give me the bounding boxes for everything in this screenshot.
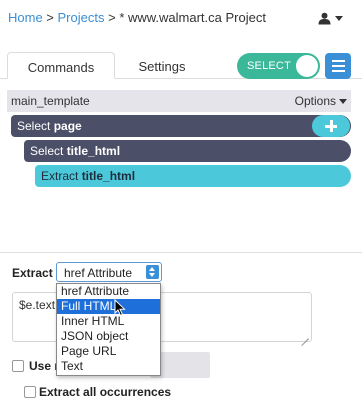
select-mode-toggle[interactable]: SELECT <box>237 53 320 79</box>
dropdown-option[interactable]: Inner HTML <box>57 314 160 329</box>
template-name: main_template <box>11 94 90 108</box>
dropdown-option[interactable]: Page URL <box>57 344 160 359</box>
select-arrows-icon <box>146 265 159 279</box>
dropdown-option[interactable]: JSON object <box>57 329 160 344</box>
extract-type-dropdown-list: href Attribute Full HTML Inner HTML JSON… <box>56 283 161 376</box>
extract-all-label: Extract all occurrences <box>39 385 172 399</box>
template-header[interactable]: main_template Options <box>7 90 351 112</box>
dropdown-option[interactable]: href Attribute <box>57 284 160 299</box>
breadcrumb-projects-link[interactable]: Projects <box>58 10 105 25</box>
hamburger-icon <box>331 70 345 72</box>
breadcrumb-current-project: * www.walmart.ca Project <box>119 10 266 25</box>
command-target: page <box>53 119 82 133</box>
extract-type-value: href Attribute <box>64 266 133 280</box>
command-target: title_html <box>81 169 136 183</box>
command-target: title_html <box>66 144 121 158</box>
extract-all-checkbox[interactable] <box>24 386 36 398</box>
plus-icon <box>329 120 333 132</box>
use-regex-checkbox[interactable] <box>12 360 24 372</box>
options-label: Options <box>294 94 336 108</box>
use-regex-label: Use r <box>29 359 60 373</box>
select-toggle-label: SELECT <box>247 60 291 72</box>
breadcrumb-separator: > <box>104 10 120 25</box>
mouse-pointer-icon <box>114 299 126 317</box>
section-divider <box>0 252 362 253</box>
extract-type-select[interactable]: href Attribute <box>56 262 162 282</box>
chevron-down-icon <box>335 15 343 21</box>
command-verb: Select <box>30 144 67 158</box>
main-menu-button[interactable] <box>325 53 351 79</box>
hamburger-icon <box>331 60 345 62</box>
add-command-button[interactable] <box>312 115 350 137</box>
command-verb: Select <box>17 119 54 133</box>
dropdown-option-highlighted[interactable]: Full HTML <box>57 299 160 314</box>
command-extract-title-html[interactable]: Extract title_html <box>35 165 351 187</box>
resize-grip-icon[interactable] <box>301 331 309 339</box>
extract-label: Extract <box>12 266 53 280</box>
user-icon <box>318 12 331 24</box>
breadcrumb-separator: > <box>42 10 58 25</box>
command-verb: Extract <box>41 169 82 183</box>
command-select-title-html[interactable]: Select title_html <box>24 140 351 162</box>
command-select-page[interactable]: Select page <box>11 115 351 137</box>
breadcrumb-home-link[interactable]: Home <box>8 10 43 25</box>
expression-text: $e.text <box>19 298 56 312</box>
dropdown-option[interactable]: Text <box>57 359 160 374</box>
options-dropdown[interactable]: Options <box>295 94 347 108</box>
toggle-knob <box>296 55 318 77</box>
tab-commands[interactable]: Commands <box>7 52 115 79</box>
tab-settings[interactable]: Settings <box>116 52 208 79</box>
user-menu-button[interactable] <box>318 9 348 27</box>
hamburger-icon <box>331 65 345 67</box>
breadcrumb: Home > Projects > * www.walmart.ca Proje… <box>8 10 266 25</box>
caret-down-icon <box>339 98 347 104</box>
